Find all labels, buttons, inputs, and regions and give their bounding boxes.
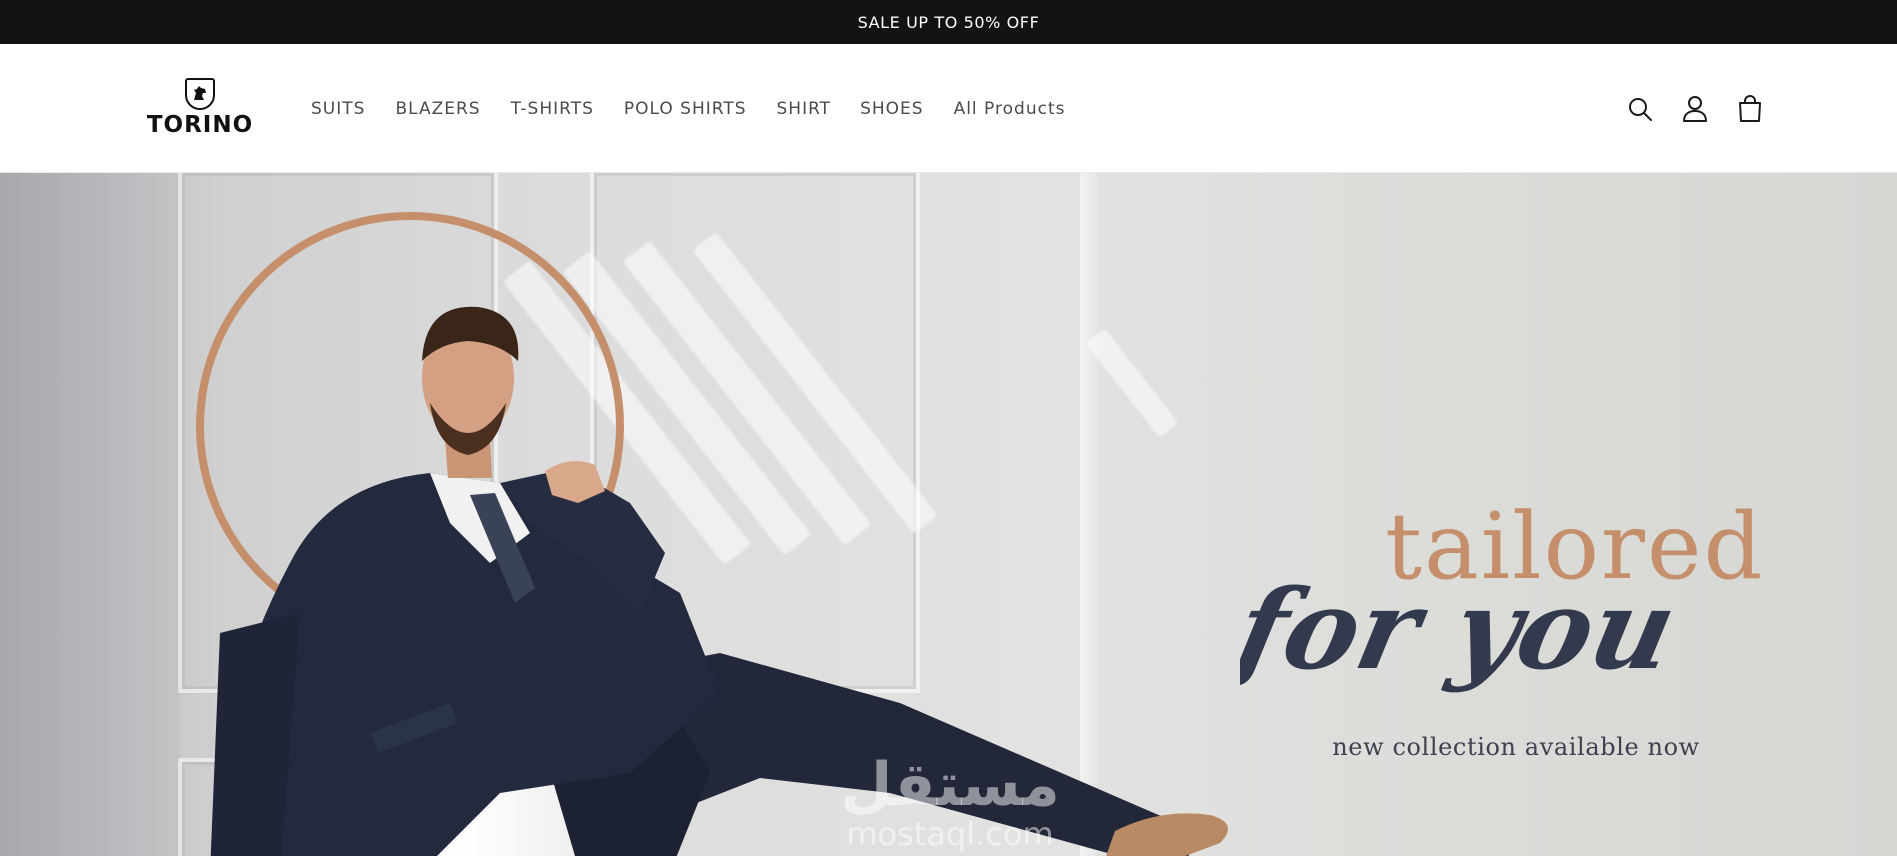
account-icon[interactable] bbox=[1681, 95, 1709, 123]
svg-text:mostaql.com: mostaql.com bbox=[846, 815, 1053, 853]
hero-banner[interactable]: tailored for you new collection availabl… bbox=[0, 173, 1897, 856]
hero-headline: tailored for you bbox=[1240, 493, 1760, 695]
nav-t-shirts[interactable]: T-SHIRTS bbox=[511, 99, 594, 119]
nav-shirt[interactable]: SHIRT bbox=[777, 99, 832, 119]
logo-wordmark: TORINO bbox=[146, 112, 254, 138]
cart-icon[interactable] bbox=[1736, 94, 1764, 123]
nav-polo-shirts[interactable]: POLO SHIRTS bbox=[624, 99, 747, 119]
model-photo bbox=[210, 306, 1228, 856]
nav-all-products[interactable]: All Products bbox=[954, 99, 1066, 119]
announcement-bar: SALE UP TO 50% OFF bbox=[0, 0, 1897, 44]
nav-blazers[interactable]: BLAZERS bbox=[395, 99, 480, 119]
announcement-text: SALE UP TO 50% OFF bbox=[857, 12, 1040, 32]
header-actions bbox=[1626, 44, 1764, 173]
nav-suits[interactable]: SUITS bbox=[311, 99, 365, 119]
site-header: TORINO SUITS BLAZERS T-SHIRTS POLO SHIRT… bbox=[0, 44, 1897, 173]
main-nav: SUITS BLAZERS T-SHIRTS POLO SHIRTS SHIRT… bbox=[311, 44, 1095, 173]
svg-text:مستقل: مستقل bbox=[840, 750, 1059, 820]
nav-shoes[interactable]: SHOES bbox=[860, 99, 924, 119]
brand-logo[interactable]: TORINO bbox=[135, 78, 265, 142]
hero-subtitle: new collection available now bbox=[1332, 733, 1700, 761]
headline-script: for you bbox=[1240, 566, 1686, 695]
hero-wall bbox=[0, 173, 180, 856]
search-icon[interactable] bbox=[1626, 95, 1654, 123]
mostaql-watermark: مستقل mostaql.com bbox=[840, 750, 1059, 853]
horse-crest-icon bbox=[185, 78, 215, 110]
